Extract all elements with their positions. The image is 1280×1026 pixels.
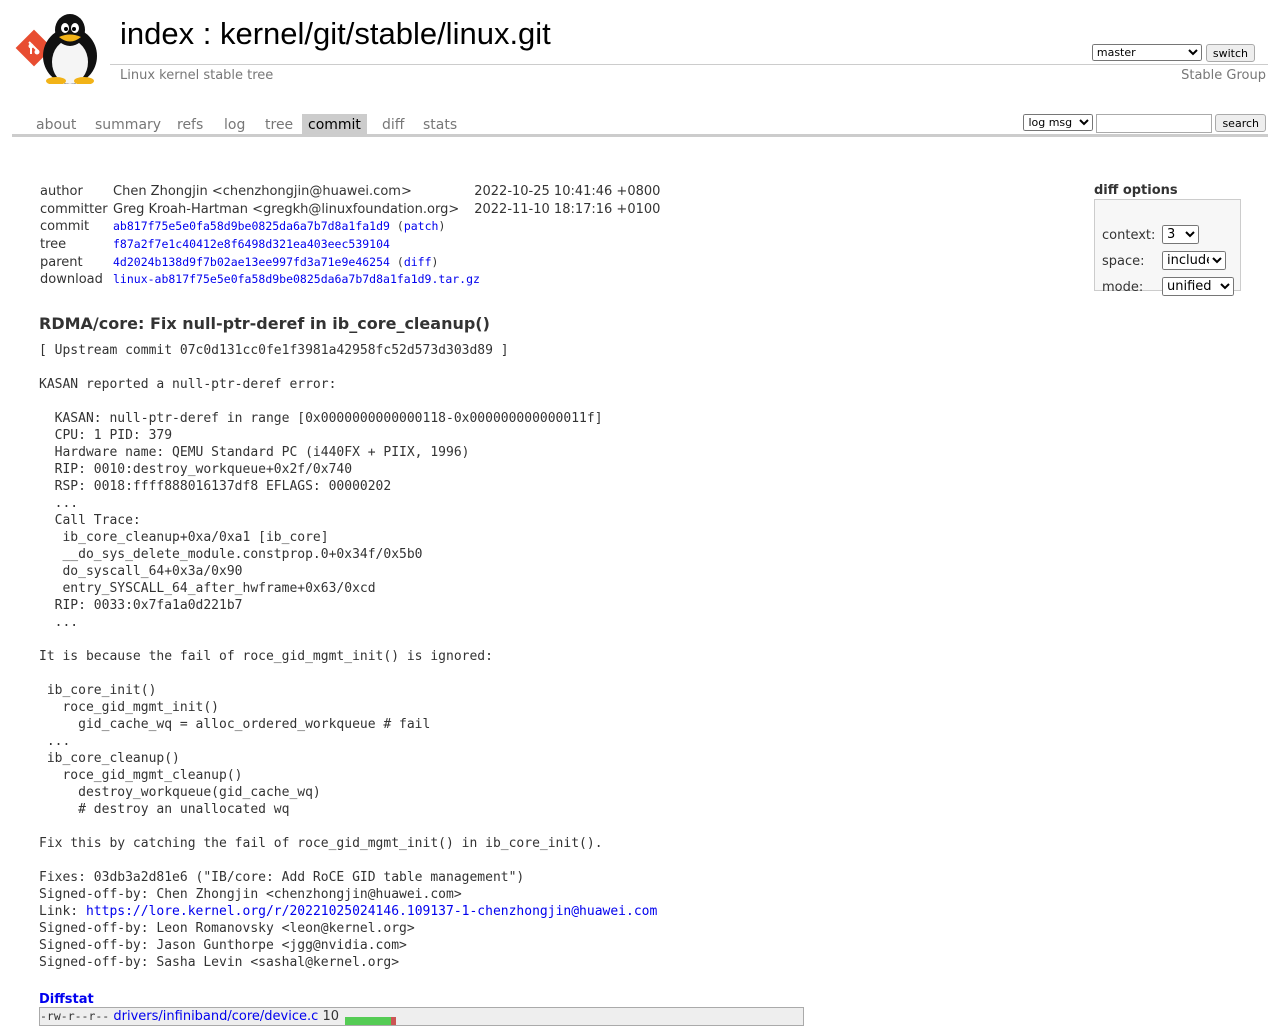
commit-hash-link[interactable]: ab817f75e5e0fa58d9be0825da6a7b7d8a1fa1d9 [113,219,390,233]
lore-link[interactable]: https://lore.kernel.org/r/20221025024146… [86,904,657,919]
patch-link[interactable]: patch [404,219,439,233]
title-separator: : [194,16,220,51]
diffstat-row: -rw-r--r-- drivers/infiniband/core/devic… [40,1009,339,1024]
search-mode-select[interactable]: log msg [1023,114,1094,131]
diff-options-panel: diff options context: 3 space: include m… [1094,183,1241,296]
commit-message-part1: [ Upstream commit 07c0d131cc0fe1f3981a42… [39,343,603,919]
change-graph [345,1014,396,1025]
space-row: space: include [1102,251,1233,271]
tab-refs[interactable]: refs [171,114,209,134]
parent-hash-link[interactable]: 4d2024b138d9f7b02ae13ee997fd3a71e9e46254 [113,255,390,269]
tree-hash-link[interactable]: f87a2f7e1c40412e8f6498d321ea403eec539104 [113,237,390,251]
repo-title: index : kernel/git/stable/linux.git [120,16,551,52]
committer-value: Greg Kroah-Hartman <gregkh@linuxfoundati… [113,201,460,217]
tab-summary[interactable]: summary [89,114,167,134]
diff-paren-close: ) [431,254,439,269]
commit-subject: RDMA/core: Fix null-ptr-deref in ib_core… [39,314,490,333]
mode-label: mode: [1102,280,1144,295]
tree-row: tree f87a2f7e1c40412e8f6498d321ea403eec5… [40,237,660,255]
commit-row: commit ab817f75e5e0fa58d9be0825da6a7b7d8… [40,219,660,237]
context-row: context: 3 [1102,225,1233,245]
download-label: download [40,272,103,288]
author-date: 2022-10-25 10:41:46 +0800 [474,184,661,199]
parent-diff-link[interactable]: diff [404,255,432,269]
file-path-link[interactable]: drivers/infiniband/core/device.c [113,1009,318,1024]
tree-hash-cell: f87a2f7e1c40412e8f6498d321ea403eec539104 [113,237,660,255]
author-row: author Chen Zhongjin <chenzhongjin@huawe… [40,184,660,202]
diffstat-table: -rw-r--r-- drivers/infiniband/core/devic… [39,1007,804,1026]
author-label: author [40,184,83,199]
commit-hash-cell: ab817f75e5e0fa58d9be0825da6a7b7d8a1fa1d9… [113,219,660,237]
repo-owner: Stable Group [1181,68,1266,83]
file-mode: -rw-r--r-- [40,1009,110,1023]
tab-log[interactable]: log [218,114,251,134]
diffstat-link[interactable]: Diffstat [39,992,94,1007]
tux-penguin-icon [43,14,97,84]
commit-label: commit [40,219,90,235]
committer-row: committer Greg Kroah-Hartman <gregkh@lin… [40,202,660,220]
patch-paren-open: ( [389,219,404,234]
repo-description: Linux kernel stable tree [120,68,274,83]
context-select[interactable]: 3 [1162,225,1199,244]
switch-button[interactable]: switch [1205,44,1255,62]
context-label: context: [1102,228,1156,243]
mode-select[interactable]: unified [1162,277,1234,296]
tab-about[interactable]: about [30,114,82,134]
header-divider [110,64,1268,65]
search-button[interactable]: search [1215,114,1266,132]
tab-stats[interactable]: stats [417,114,463,134]
tree-label: tree [40,237,67,253]
tab-commit[interactable]: commit [302,114,367,134]
parent-hash-cell: 4d2024b138d9f7b02ae13ee997fd3a71e9e46254… [113,255,660,273]
author-value: Chen Zhongjin <chenzhongjin@huawei.com> [113,184,412,199]
index-link[interactable]: index [120,16,194,51]
space-label: space: [1102,254,1145,269]
diff-options-title: diff options [1094,183,1178,198]
branch-switch-form: master switch [1091,44,1255,62]
patch-paren-close: ) [438,219,446,234]
committer-label: committer [40,201,108,217]
repo-path-link[interactable]: kernel/git/stable/linux.git [220,16,551,51]
space-select[interactable]: include [1162,251,1226,270]
search-input[interactable] [1096,114,1213,133]
tab-diff[interactable]: diff [376,114,410,134]
parent-row: parent 4d2024b138d9f7b02ae13ee997fd3a71e… [40,255,660,273]
change-count: 10 [322,1009,339,1024]
parent-label: parent [40,254,83,270]
download-link[interactable]: linux-ab817f75e5e0fa58d9be0825da6a7b7d8a… [113,272,480,286]
commit-info-table: author Chen Zhongjin <chenzhongjin@huawe… [40,184,660,290]
diff-options-box: context: 3 space: include mode: unified [1094,199,1241,296]
diff-paren-open: ( [389,254,404,269]
tab-tree[interactable]: tree [259,114,299,134]
download-row: download linux-ab817f75e5e0fa58d9be0825d… [40,272,660,290]
mode-row: mode: unified [1102,277,1234,297]
download-cell: linux-ab817f75e5e0fa58d9be0825da6a7b7d8a… [113,272,660,290]
branch-select[interactable]: master [1091,44,1202,61]
search-form: log msg search [1023,114,1266,133]
cgit-logo[interactable] [14,12,110,84]
commit-message: [ Upstream commit 07c0d131cc0fe1f3981a42… [39,342,657,971]
commit-message-part2: Signed-off-by: Leon Romanovsky <leon@ker… [39,921,415,970]
committer-date: 2022-11-10 18:17:16 +0100 [474,201,661,217]
